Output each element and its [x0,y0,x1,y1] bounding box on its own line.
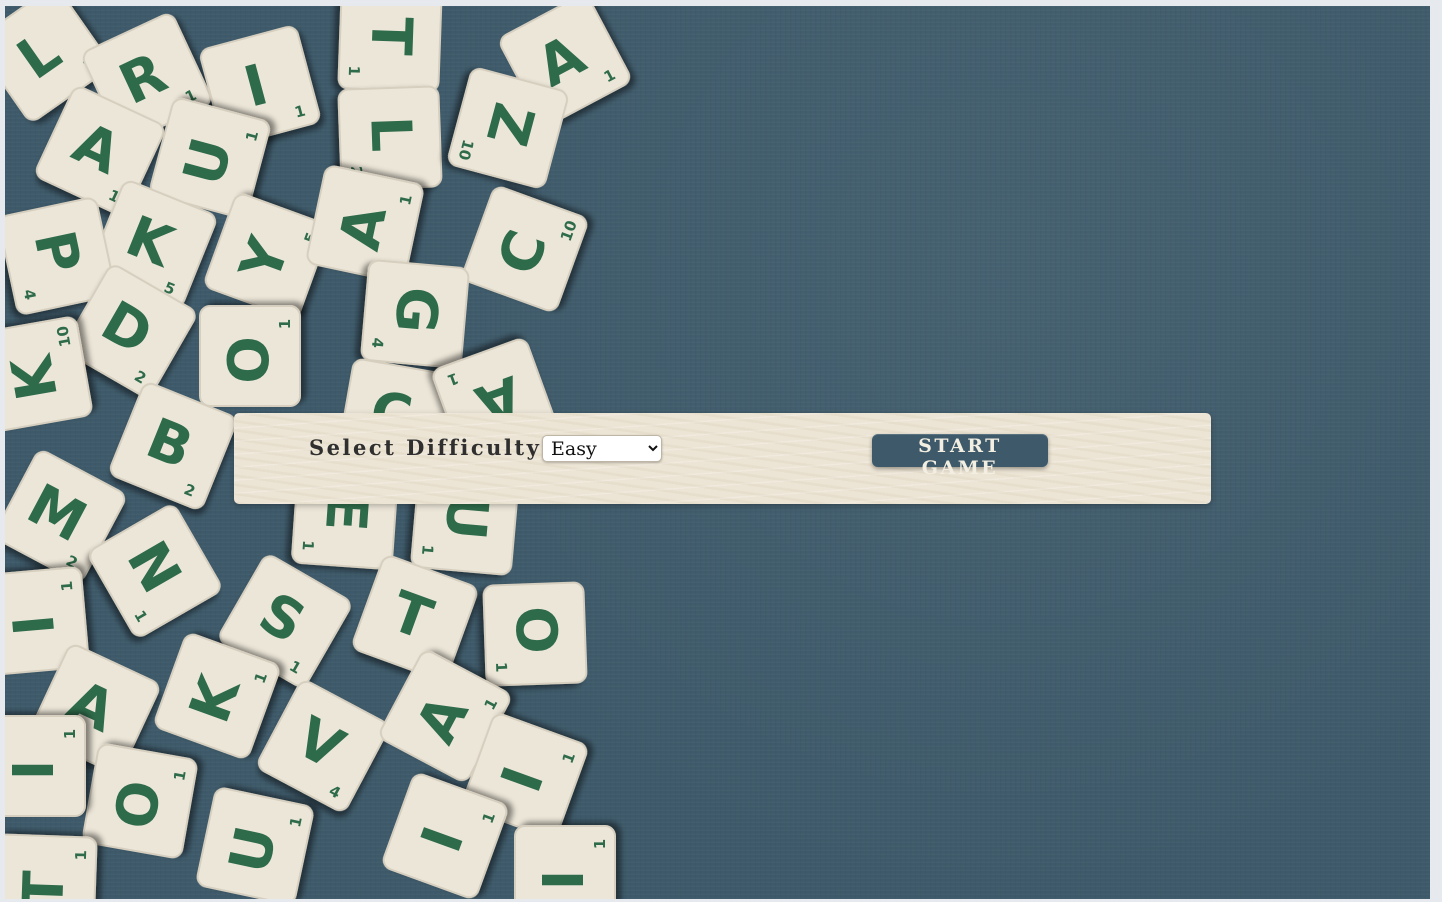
game-board-background: L2R1I1T1A1L2Z10A1U1K5P4Y5A1C10D2O1G4K10B… [5,6,1430,899]
difficulty-select[interactable]: Easy [542,435,662,462]
scrabble-tile: C10 [462,186,588,312]
scrabble-tile: T1 [5,833,98,899]
scrabble-tile: I1 [514,825,616,899]
tile-points: 1 [61,729,79,739]
tile-points: 1 [276,319,294,329]
tile-letter: I [5,760,67,781]
tile-points: 1 [591,839,609,849]
tile-points: 1 [72,850,90,861]
tile-points: 1 [492,662,510,673]
scrabble-tile: O1 [199,305,301,407]
tile-points: 4 [368,337,387,349]
tile-letter: T [11,870,77,899]
scrabble-tile: T1 [337,6,443,93]
scrabble-tile: O1 [482,581,588,687]
tile-points: 10 [53,325,74,349]
tile-points: 1 [418,544,437,556]
scrabble-tile: U1 [196,787,314,899]
scrabble-tile: I1 [5,715,86,817]
tile-points: 1 [345,65,363,76]
tile-letter: O [502,605,569,655]
game-control-panel: Select Difficulty: Easy START GAME [234,413,1211,504]
scrabble-tile: T1 [352,555,478,681]
tile-letter: G [381,284,450,335]
tile-points: 1 [299,540,318,552]
difficulty-label: Select Difficulty: [309,435,552,460]
tile-letter: T [357,16,423,56]
scrabble-tile: V4 [257,680,389,812]
tile-points: 1 [58,580,77,592]
start-game-button[interactable]: START GAME [872,434,1048,479]
scrabble-tile: O1 [82,743,198,859]
tile-letter: L [357,115,423,153]
tile-letter: O [217,336,282,384]
tile-letter: I [532,870,597,891]
scrabble-tile: G4 [360,259,470,369]
